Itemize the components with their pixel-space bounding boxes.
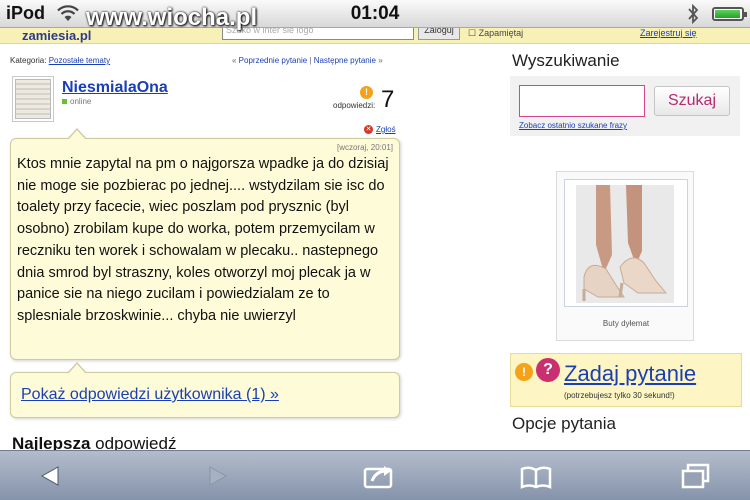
- product-image: [576, 185, 674, 303]
- online-dot-icon: [62, 99, 67, 105]
- site-logo[interactable]: zamiesia.pl: [22, 28, 91, 43]
- product-card[interactable]: Buty dyłemat: [556, 171, 694, 341]
- product-caption: Buty dyłemat: [602, 319, 650, 328]
- prev-question-link[interactable]: Poprzednie pytanie: [239, 56, 308, 65]
- share-icon[interactable]: [358, 461, 398, 491]
- screen: iPod 01:04 zamiesia.pl Szuko w inter sie…: [0, 0, 750, 500]
- recent-searches-link[interactable]: Zobacz ostatnio szukane frazy: [519, 121, 627, 130]
- question-bubble: [wczoraj, 20:01] Ktos mnie zapytal na pm…: [10, 128, 400, 360]
- question-options-title: Opcje pytania: [512, 414, 616, 433]
- login-button[interactable]: Zaloguj: [418, 28, 460, 40]
- battery-fill: [715, 10, 740, 18]
- category-label: Kategoria:: [10, 56, 47, 65]
- report-icon: ✕: [364, 125, 373, 135]
- show-answers-box: Pokaż odpowiedzi użytkownika (1) »: [10, 362, 400, 418]
- exclamation-icon: !: [515, 363, 533, 381]
- online-status: online: [62, 97, 91, 106]
- battery-icon: [712, 7, 747, 21]
- remember-checkbox[interactable]: ☐ Zapamiętaj: [468, 28, 523, 39]
- next-question-link[interactable]: Następne pytanie: [314, 56, 376, 65]
- show-answers-tail-inner: [68, 364, 86, 374]
- bluetooth-icon: [688, 4, 699, 24]
- back-arrow-icon[interactable]: [32, 461, 72, 491]
- shoes-illustration: [576, 185, 674, 303]
- search-input[interactable]: [519, 85, 645, 117]
- author-username[interactable]: NiesmialaOna: [62, 79, 168, 97]
- tabs-icon[interactable]: [676, 461, 716, 491]
- forward-arrow-icon[interactable]: [196, 461, 236, 491]
- report-label: Zgłoś: [376, 125, 396, 134]
- bookmarks-icon[interactable]: [516, 461, 556, 491]
- question-nav: « Poprzednie pytanie | Następne pytanie …: [232, 56, 383, 65]
- ask-question-note: (potrzebujesz tylko 30 sekund!): [564, 391, 675, 400]
- answers-count: 7: [381, 86, 395, 113]
- report-link[interactable]: ✕ Zgłoś: [364, 125, 396, 135]
- category-link[interactable]: Pozostałe tematy: [49, 56, 110, 65]
- register-link[interactable]: Zarejestruj się: [640, 28, 697, 38]
- remember-label: Zapamiętaj: [478, 28, 524, 38]
- search-button[interactable]: Szukaj: [654, 86, 730, 116]
- question-text: Ktos mnie zapytal na pm o najgorsza wpad…: [17, 156, 389, 324]
- avatar[interactable]: [12, 76, 54, 122]
- category-line: Kategoria: Pozostałe tematy: [10, 56, 110, 65]
- browser-toolbar: [0, 450, 750, 500]
- watermark-text: www.wiocha.pl: [86, 4, 258, 31]
- question-mark-icon: ?: [536, 358, 560, 382]
- question-timestamp: [wczoraj, 20:01]: [336, 143, 393, 152]
- show-user-answers-link[interactable]: Pokaż odpowiedzi użytkownika (1) »: [21, 386, 279, 404]
- answers-label: odpowiedzi:: [333, 101, 376, 110]
- battery-nub: [744, 12, 747, 17]
- online-label: online: [70, 97, 92, 106]
- answers-icon: !: [360, 86, 373, 99]
- ask-question-link[interactable]: Zadaj pytanie: [564, 361, 696, 387]
- bubble-tail-inner: [68, 130, 86, 140]
- search-title: Wyszukiwanie: [512, 51, 620, 70]
- avatar-image: [15, 79, 51, 119]
